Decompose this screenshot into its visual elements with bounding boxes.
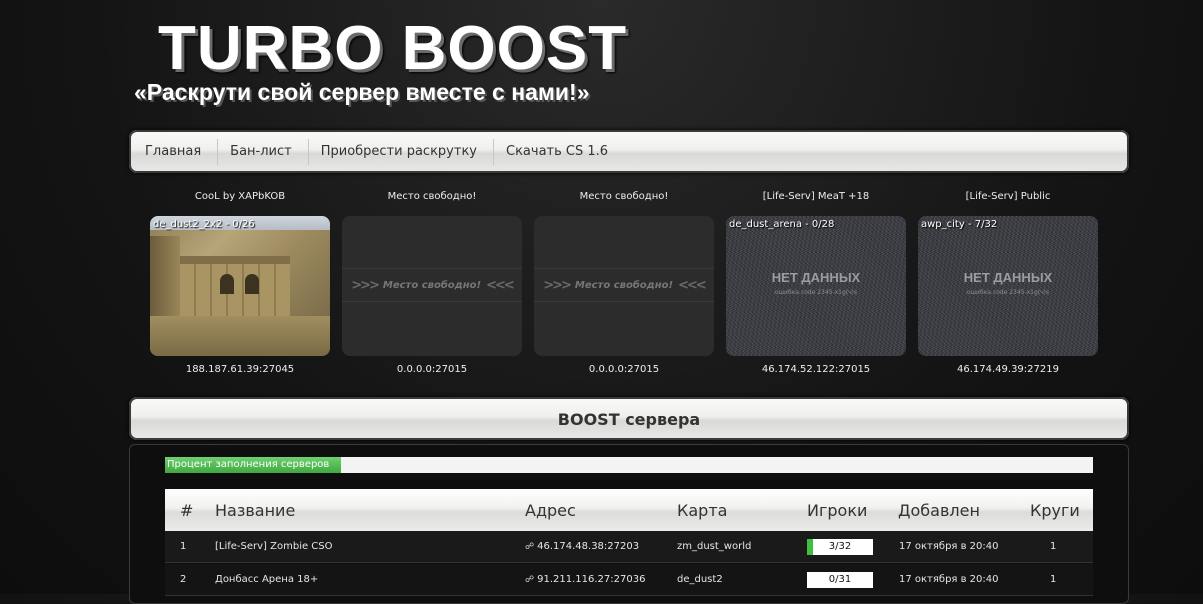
server-name: [Life-Serv] Public [965, 191, 1051, 202]
server-name: Место свободно! [579, 191, 669, 202]
row-rounds: 1 [1050, 574, 1057, 585]
column-header-name[interactable]: Название [215, 489, 295, 533]
row-address-text: 91.211.116.27:27036 [537, 574, 646, 585]
free-slot-text: Место свободно! [382, 279, 482, 291]
server-name: Место свободно! [387, 191, 477, 202]
arrows-left-icon: <<< [486, 277, 515, 293]
nav-buy-boost[interactable]: Приобрести раскрутку [309, 138, 494, 165]
nav-banlist[interactable]: Бан-лист [218, 138, 309, 165]
players-count: 0/31 [828, 574, 852, 585]
nav-download-cs[interactable]: Скачать CS 1.6 [494, 139, 624, 165]
arrows-left-icon: <<< [678, 277, 707, 293]
arrows-right-icon: >>> [543, 277, 572, 293]
server-ip[interactable]: 46.174.49.39:27219 [918, 364, 1098, 375]
no-data-text: НЕТ ДАННЫХ [771, 270, 861, 285]
free-slot-thumbnail[interactable]: >>> Место свободно! <<< [342, 216, 522, 356]
arrows-right-icon: >>> [351, 277, 380, 293]
no-data-subtext: ошибка code 2345-x1g(ч)s [966, 289, 1050, 296]
map-label: de_dust_arena - 0/28 [729, 219, 835, 230]
free-slot-banner: >>> Место свободно! <<< [342, 268, 522, 302]
server-ip[interactable]: 0.0.0.0:27015 [534, 364, 714, 375]
map-image-detail [220, 274, 234, 294]
map-label: de_dust2_2x2 - 0/26 [153, 219, 255, 230]
free-slot-banner: >>> Место свободно! <<< [534, 268, 714, 302]
server-card[interactable]: Место свободно! >>> Место свободно! <<< … [534, 190, 714, 375]
free-slot-text: Место свободно! [574, 279, 674, 291]
main-navbar: Главная Бан-лист Приобрести раскрутку Ск… [129, 130, 1129, 173]
column-header-map[interactable]: Карта [677, 489, 727, 533]
row-added: 17 октября в 20:40 [899, 574, 999, 585]
server-ip[interactable]: 188.187.61.39:27045 [150, 364, 330, 375]
no-data-thumbnail[interactable]: de_dust_arena - 0/28 НЕТ ДАННЫХ ошибка c… [726, 216, 906, 356]
site-slogan: «Раскрути свой сервер вместе с нами!» [134, 79, 590, 105]
server-ip[interactable]: 0.0.0.0:27015 [342, 364, 522, 375]
no-data-thumbnail[interactable]: awp_city - 7/32 НЕТ ДАННЫХ ошибка code 2… [918, 216, 1098, 356]
players-count: 3/32 [828, 541, 852, 552]
server-card[interactable]: [Life-Serv] MeaT +18 de_dust_arena - 0/2… [726, 190, 906, 375]
servers-fill-progress: Процент заполнения серверов [165, 457, 1093, 473]
server-cards: CooL by XAPbKOB de_dust2_2x2 - 0/26 188.… [150, 190, 1110, 380]
row-added: 17 октября в 20:40 [899, 541, 999, 552]
row-address[interactable]: ☍ 91.211.116.27:27036 [525, 564, 645, 596]
table-row[interactable]: 2 Донбасс Арена 18+ ☍ 91.211.116.27:27036… [165, 564, 1093, 596]
servers-fill-label: Процент заполнения серверов [167, 459, 330, 470]
table-header: # Название Адрес Карта Игроки Добавлен К… [165, 489, 1093, 531]
boost-section-title: BOOST сервера [129, 397, 1129, 440]
server-name: [Life-Serv] MeaT +18 [762, 191, 870, 202]
column-header-number[interactable]: # [180, 489, 193, 533]
server-card[interactable]: [Life-Serv] Public awp_city - 7/32 НЕТ Д… [918, 190, 1098, 375]
connect-icon: ☍ [525, 575, 535, 585]
row-map: de_dust2 [677, 574, 723, 585]
no-data-subtext: ошибка code 2345-x1g(ч)s [774, 289, 858, 296]
free-slot-thumbnail[interactable]: >>> Место свободно! <<< [534, 216, 714, 356]
row-server-name[interactable]: Донбасс Арена 18+ [215, 564, 318, 596]
row-map: zm_dust_world [677, 541, 752, 552]
row-address[interactable]: ☍ 46.174.48.38:27203 [525, 531, 639, 563]
server-card[interactable]: CooL by XAPbKOB de_dust2_2x2 - 0/26 188.… [150, 190, 330, 375]
row-number: 2 [180, 574, 187, 585]
row-server-name[interactable]: [Life-Serv] Zombie CSO [215, 531, 333, 563]
row-rounds: 1 [1050, 541, 1057, 552]
map-label: awp_city - 7/32 [921, 219, 998, 230]
map-thumbnail[interactable]: de_dust2_2x2 - 0/26 [150, 216, 330, 356]
players-bar: 0/31 [807, 572, 873, 588]
server-name: CooL by XAPbKOB [194, 191, 286, 202]
server-card[interactable]: Место свободно! >>> Место свободно! <<< … [342, 190, 522, 375]
server-ip[interactable]: 46.174.52.122:27015 [726, 364, 906, 375]
site-logo-title: TURBO BOOST [158, 14, 628, 83]
table-row[interactable]: 1 [Life-Serv] Zombie CSO ☍ 46.174.48.38:2… [165, 531, 1093, 563]
map-image-detail [150, 316, 330, 356]
connect-icon: ☍ [525, 542, 535, 552]
column-header-rounds[interactable]: Круги [1030, 489, 1080, 533]
row-address-text: 46.174.48.38:27203 [537, 541, 640, 552]
column-header-address[interactable]: Адрес [525, 489, 576, 533]
top-cropped-text: · · · · · [330, 0, 364, 5]
players-bar: 3/32 [807, 539, 873, 555]
nav-home[interactable]: Главная [133, 138, 219, 165]
no-data-text: НЕТ ДАННЫХ [963, 270, 1053, 285]
column-header-added[interactable]: Добавлен [898, 489, 980, 533]
row-number: 1 [180, 541, 187, 552]
map-image-detail [245, 274, 259, 294]
column-header-players[interactable]: Игроки [807, 489, 867, 533]
